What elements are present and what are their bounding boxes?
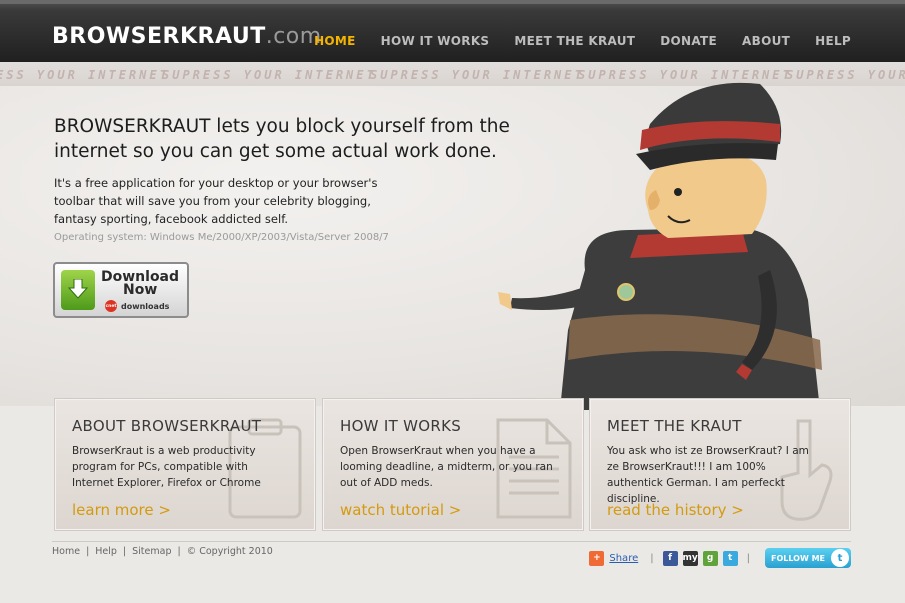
slogan-text: SUPRESS YOUR INTERNET bbox=[162, 68, 377, 82]
read-history-link[interactable]: read the history > bbox=[607, 501, 744, 519]
box-text: Open BrowserKraut when you have a loomin… bbox=[340, 445, 553, 489]
nav-help[interactable]: HELP bbox=[815, 34, 851, 48]
learn-more-link[interactable]: learn more > bbox=[72, 501, 171, 519]
cnet-downloads-badge: cnet downloads bbox=[105, 300, 170, 312]
main-nav: HOME HOW IT WORKS MEET THE KRAUT DONATE … bbox=[314, 34, 851, 48]
about-box: ABOUT BROWSERKRAUT BrowserKraut is a web… bbox=[54, 398, 316, 531]
nav-how-it-works[interactable]: HOW IT WORKS bbox=[381, 34, 490, 48]
top-navigation-bar: BROWSERKRAUT.com HOME HOW IT WORKS MEET … bbox=[0, 0, 905, 62]
footer-help-link[interactable]: Help bbox=[95, 546, 117, 557]
box-title: ABOUT BROWSERKRAUT bbox=[72, 417, 262, 435]
box-title: MEET THE KRAUT bbox=[607, 417, 742, 435]
kraut-character-illustration bbox=[498, 82, 822, 410]
google-icon[interactable]: g bbox=[702, 550, 718, 566]
watch-tutorial-link[interactable]: watch tutorial > bbox=[340, 501, 461, 519]
meet-the-kraut-box: MEET THE KRAUT You ask who ist ze Browse… bbox=[589, 398, 851, 531]
download-now-button[interactable]: Download Now cnet downloads bbox=[53, 262, 189, 318]
download-label: Download Now bbox=[101, 269, 180, 298]
hero-headline: BROWSERKRAUT lets you block yourself fro… bbox=[54, 116, 510, 162]
how-it-works-box: HOW IT WORKS Open BrowserKraut when you … bbox=[322, 398, 584, 531]
follow-me-twitter-button[interactable]: FOLLOW ME t bbox=[764, 548, 851, 568]
twitter-bird-icon: t bbox=[831, 549, 849, 567]
slogan-text: ESS YOUR INTERNET bbox=[0, 68, 170, 82]
nav-home[interactable]: HOME bbox=[314, 34, 356, 48]
os-requirements: Operating system: Windows Me/2000/XP/200… bbox=[54, 232, 389, 243]
box-text: BrowserKraut is a web productivity progr… bbox=[72, 445, 261, 489]
nav-donate[interactable]: DONATE bbox=[660, 34, 717, 48]
share-link[interactable]: Share bbox=[609, 553, 638, 564]
site-logo[interactable]: BROWSERKRAUT.com bbox=[52, 24, 322, 49]
footer-sitemap-link[interactable]: Sitemap bbox=[132, 546, 171, 557]
twitter-icon[interactable]: t bbox=[722, 550, 738, 566]
footer-links: Home | Help | Sitemap | © Copyright 2010 bbox=[52, 546, 273, 557]
nav-meet-the-kraut[interactable]: MEET THE KRAUT bbox=[514, 34, 635, 48]
nav-about[interactable]: ABOUT bbox=[742, 34, 790, 48]
myspace-icon[interactable]: my bbox=[682, 550, 698, 566]
copyright-text: © Copyright 2010 bbox=[186, 546, 273, 557]
share-plus-icon[interactable]: + bbox=[589, 550, 605, 566]
facebook-icon[interactable]: f bbox=[662, 550, 678, 566]
box-text: You ask who ist ze BrowserKraut? I am ze… bbox=[607, 445, 809, 505]
social-bar: + Share | f my g t | FOLLOW ME t bbox=[589, 546, 851, 570]
box-title: HOW IT WORKS bbox=[340, 417, 462, 435]
footer-divider bbox=[52, 541, 851, 542]
cnet-logo-icon: cnet bbox=[105, 300, 117, 312]
footer-home-link[interactable]: Home bbox=[52, 546, 80, 557]
download-arrow-icon bbox=[61, 270, 95, 310]
hero-description: It's a free application for your desktop… bbox=[54, 176, 378, 226]
